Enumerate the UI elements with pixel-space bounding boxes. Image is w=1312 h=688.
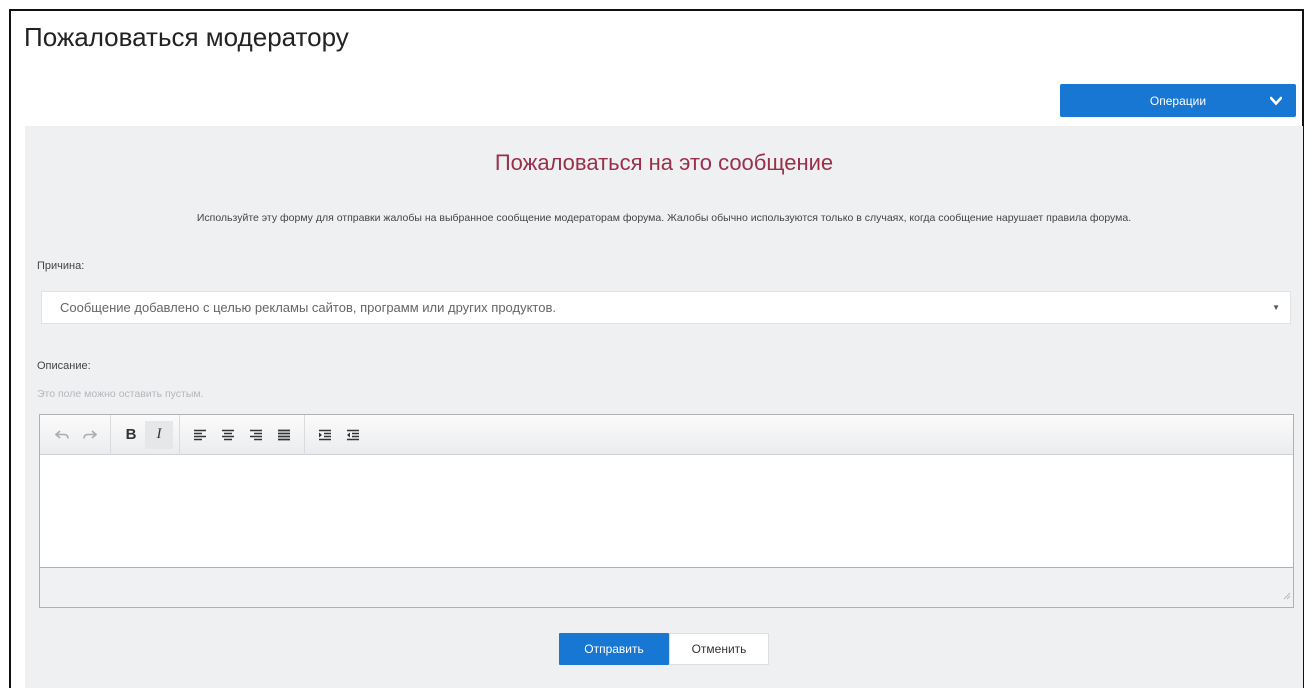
description-label: Описание: <box>37 360 91 372</box>
indent-group <box>311 415 373 455</box>
resize-grip-icon[interactable] <box>1282 587 1291 605</box>
cancel-button[interactable]: Отменить <box>669 633 769 665</box>
description-textarea[interactable] <box>40 455 1293 567</box>
redo-icon[interactable] <box>76 421 104 449</box>
history-group <box>48 414 111 455</box>
format-group: B I <box>117 414 180 455</box>
report-panel: Пожаловаться на это сообщение Используйт… <box>25 126 1303 688</box>
undo-icon[interactable] <box>48 421 76 449</box>
caret-down-icon: ▼ <box>1272 303 1280 312</box>
form-intro: Используйте эту форму для отправки жалоб… <box>196 212 1132 224</box>
operations-dropdown-button[interactable]: Операции <box>1060 84 1296 117</box>
align-right-icon[interactable] <box>242 421 270 449</box>
outdent-icon[interactable] <box>339 421 367 449</box>
align-left-icon[interactable] <box>186 421 214 449</box>
editor-toolbar: B I <box>40 414 1293 455</box>
bold-icon[interactable]: B <box>117 421 145 449</box>
editor-statusbar <box>40 567 1293 607</box>
submit-button[interactable]: Отправить <box>559 633 669 665</box>
description-editor: B I <box>39 414 1294 608</box>
chevron-down-icon <box>1256 96 1296 106</box>
reason-select[interactable]: Сообщение добавлено с целью рекламы сайт… <box>41 291 1291 324</box>
align-justify-icon[interactable] <box>270 421 298 449</box>
italic-icon[interactable]: I <box>145 420 173 449</box>
indent-icon[interactable] <box>311 421 339 449</box>
description-hint: Это поле можно оставить пустым. <box>37 388 204 400</box>
form-actions: Отправить Отменить <box>25 633 1303 665</box>
form-heading: Пожаловаться на это сообщение <box>494 150 834 175</box>
page-title: Пожаловаться модератору <box>24 22 349 52</box>
operations-label: Операции <box>1149 93 1207 108</box>
align-center-icon[interactable] <box>214 421 242 449</box>
reason-label: Причина: <box>37 260 85 272</box>
align-group <box>186 414 305 455</box>
reason-select-value: Сообщение добавлено с целью рекламы сайт… <box>60 300 556 315</box>
